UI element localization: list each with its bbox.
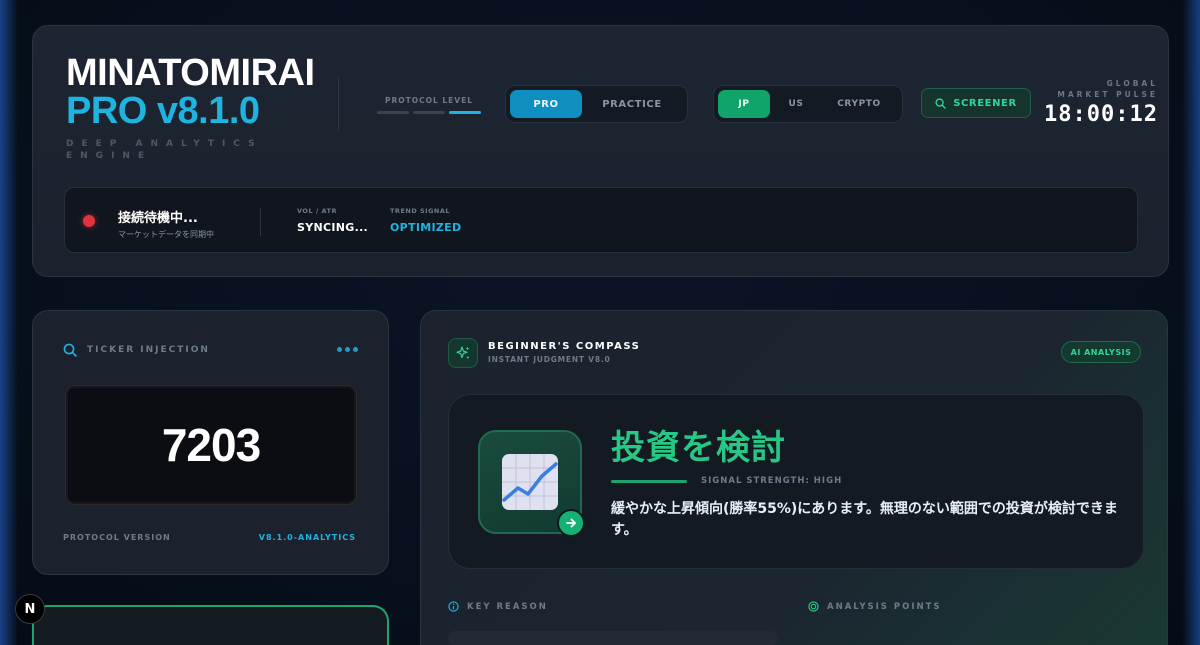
vol-atr-label: VOL / ATR: [297, 207, 337, 215]
protocol-bar-1: [377, 111, 409, 114]
arrow-right-icon[interactable]: [557, 509, 585, 537]
market-us-button[interactable]: US: [770, 90, 822, 118]
search-icon: [935, 97, 946, 109]
judgment-description: 緩やかな上昇傾向(勝率55%)にあります。無理のない範囲での投資が検討できます。: [611, 501, 1118, 538]
protocol-level: PROTOCOL LEVEL: [377, 96, 481, 114]
ticker-input[interactable]: 7203: [65, 385, 357, 505]
ai-analysis-badge: AI ANALYSIS: [1061, 341, 1141, 363]
market-crypto-button[interactable]: CRYPTO: [822, 90, 896, 118]
sparkles-icon: [448, 338, 478, 368]
compass-header: BEGINNER'S COMPASS INSTANT JUDGMENT V8.0: [488, 341, 640, 364]
mode-pro-button[interactable]: PRO: [510, 90, 582, 118]
vol-atr-stat: VOL / ATR SYNCING...: [297, 207, 368, 234]
screener-label: SCREENER: [953, 97, 1017, 109]
ticker-card: TICKER INJECTION 7203 PROTOCOL VERSION V…: [32, 310, 389, 575]
ticker-header: TICKER INJECTION: [63, 343, 210, 357]
key-reason-header: KEY REASON: [448, 601, 548, 612]
status-bar: 接続待機中... マーケットデータを同期中 VOL / ATR SYNCING.…: [64, 187, 1138, 253]
trend-signal-stat: TREND SIGNAL OPTIMIZED: [390, 207, 461, 234]
info-icon: [448, 601, 459, 612]
mode-practice-button[interactable]: PRACTICE: [582, 90, 682, 118]
connection-status: 接続待機中... マーケットデータを同期中: [118, 207, 214, 240]
brand-divider: [338, 78, 339, 130]
ticker-value: 7203: [161, 419, 261, 471]
market-pulse: GLOBAL MARKET PULSE 18:00:12: [1044, 78, 1158, 127]
protocol-bar-2: [413, 111, 445, 114]
vol-atr-value: SYNCING...: [297, 221, 369, 234]
key-reason-label: KEY REASON: [467, 601, 548, 612]
brand-subtitle: DEEP ANALYTICS ENGINE: [66, 139, 263, 161]
trend-signal-value: OPTIMIZED: [390, 221, 462, 234]
connection-status-title: 接続待機中...: [118, 211, 198, 226]
status-divider: [260, 208, 261, 236]
brand-block: MINATOMIRAI PRO v8.1.0 DEEP ANALYTICS EN…: [66, 54, 315, 162]
trend-signal-label: TREND SIGNAL: [390, 207, 451, 215]
target-icon: [808, 601, 819, 612]
more-options-icon[interactable]: [337, 347, 358, 352]
mode-toggle: PRO PRACTICE: [505, 85, 688, 123]
left-edge-glow: [0, 0, 18, 645]
judgment-panel: 投資を検討 SIGNAL STRENGTH: HIGH 緩やかな上昇傾向(勝率5…: [448, 394, 1144, 569]
market-jp-button[interactable]: JP: [718, 90, 770, 118]
analysis-points-label: ANALYSIS POINTS: [827, 601, 942, 612]
protocol-version-label: PROTOCOL VERSION: [63, 533, 171, 542]
lower-green-card: [32, 605, 389, 645]
protocol-version-value: V8.1.0-ANALYTICS: [258, 533, 356, 542]
connection-status-subtitle: マーケットデータを同期中: [118, 230, 214, 239]
key-reason-content: [448, 631, 778, 645]
pulse-label: GLOBAL MARKET PULSE: [1057, 79, 1158, 99]
right-edge-glow: [1182, 0, 1200, 645]
screener-button[interactable]: SCREENER: [921, 88, 1031, 118]
brand-title: MINATOMIRAI: [66, 52, 315, 94]
signal-strength: SIGNAL STRENGTH: HIGH: [701, 476, 843, 486]
market-toggle: JP US CRYPTO: [713, 85, 903, 123]
header-card: MINATOMIRAI PRO v8.1.0 DEEP ANALYTICS EN…: [32, 25, 1169, 277]
pulse-clock: 18:00:12: [1044, 102, 1158, 127]
connection-status-dot: [83, 215, 95, 227]
protocol-level-bars: [377, 111, 481, 114]
analysis-points-header: ANALYSIS POINTS: [808, 601, 942, 612]
compass-title: BEGINNER'S COMPASS: [488, 341, 641, 352]
judgment-title: 投資を検討: [611, 428, 786, 468]
protocol-bar-3: [449, 111, 481, 114]
brand-version: PRO v8.1.0: [66, 90, 260, 132]
ticker-label: TICKER INJECTION: [87, 345, 210, 355]
protocol-level-label: PROTOCOL LEVEL: [384, 96, 474, 105]
search-icon: [63, 343, 77, 357]
judgment-underline: [611, 480, 687, 483]
n-logo-icon[interactable]: N: [15, 594, 45, 624]
compass-subtitle: INSTANT JUDGMENT V8.0: [488, 355, 611, 364]
compass-card: BEGINNER'S COMPASS INSTANT JUDGMENT V8.0…: [420, 310, 1168, 645]
